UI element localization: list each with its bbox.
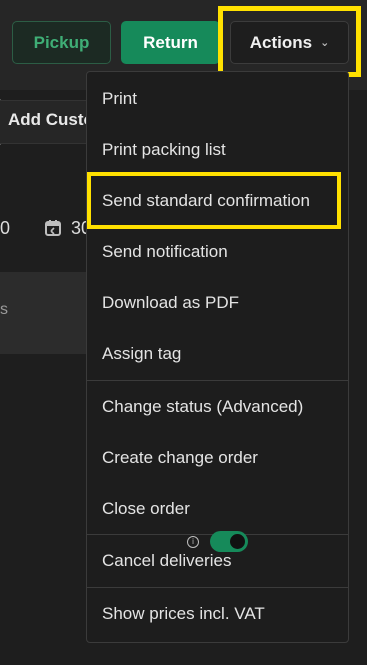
menu-item-print[interactable]: Print [87,74,348,124]
count-value: 0 [0,218,11,238]
menu-divider [87,380,348,381]
vat-toggle-label: Show prices incl. VAT [102,604,265,623]
menu-item-show-prices-vat[interactable]: Show prices incl. VAT [87,589,348,639]
send-confirmation-highlight-box [87,172,341,229]
menu-item-create-change-order[interactable]: Create change order [87,433,348,483]
actions-dropdown-menu: Print Print packing list Send standard c… [86,71,349,643]
menu-item-download-pdf[interactable]: Download as PDF [87,278,348,328]
add-customer-button[interactable]: Add Custo [8,110,94,130]
menu-item-send-notification[interactable]: Send notification [87,227,348,277]
calendar-icon [45,220,61,236]
menu-item-print-packing-list[interactable]: Print packing list [87,125,348,175]
menu-item-close-order[interactable]: Close order [87,484,348,534]
vat-toggle-knob [230,534,245,549]
order-page: Pickup Return Actions ⌄ Add Custo 0 30 s… [0,0,367,665]
pickup-button[interactable]: Pickup [12,21,111,64]
info-icon[interactable]: i [187,536,199,548]
content-row [0,272,100,354]
return-button[interactable]: Return [121,21,220,64]
actions-highlight-box [218,6,361,77]
menu-item-change-status[interactable]: Change status (Advanced) [87,382,348,432]
menu-item-assign-tag[interactable]: Assign tag [87,329,348,379]
row-text: s [0,301,8,318]
menu-divider [87,587,348,588]
